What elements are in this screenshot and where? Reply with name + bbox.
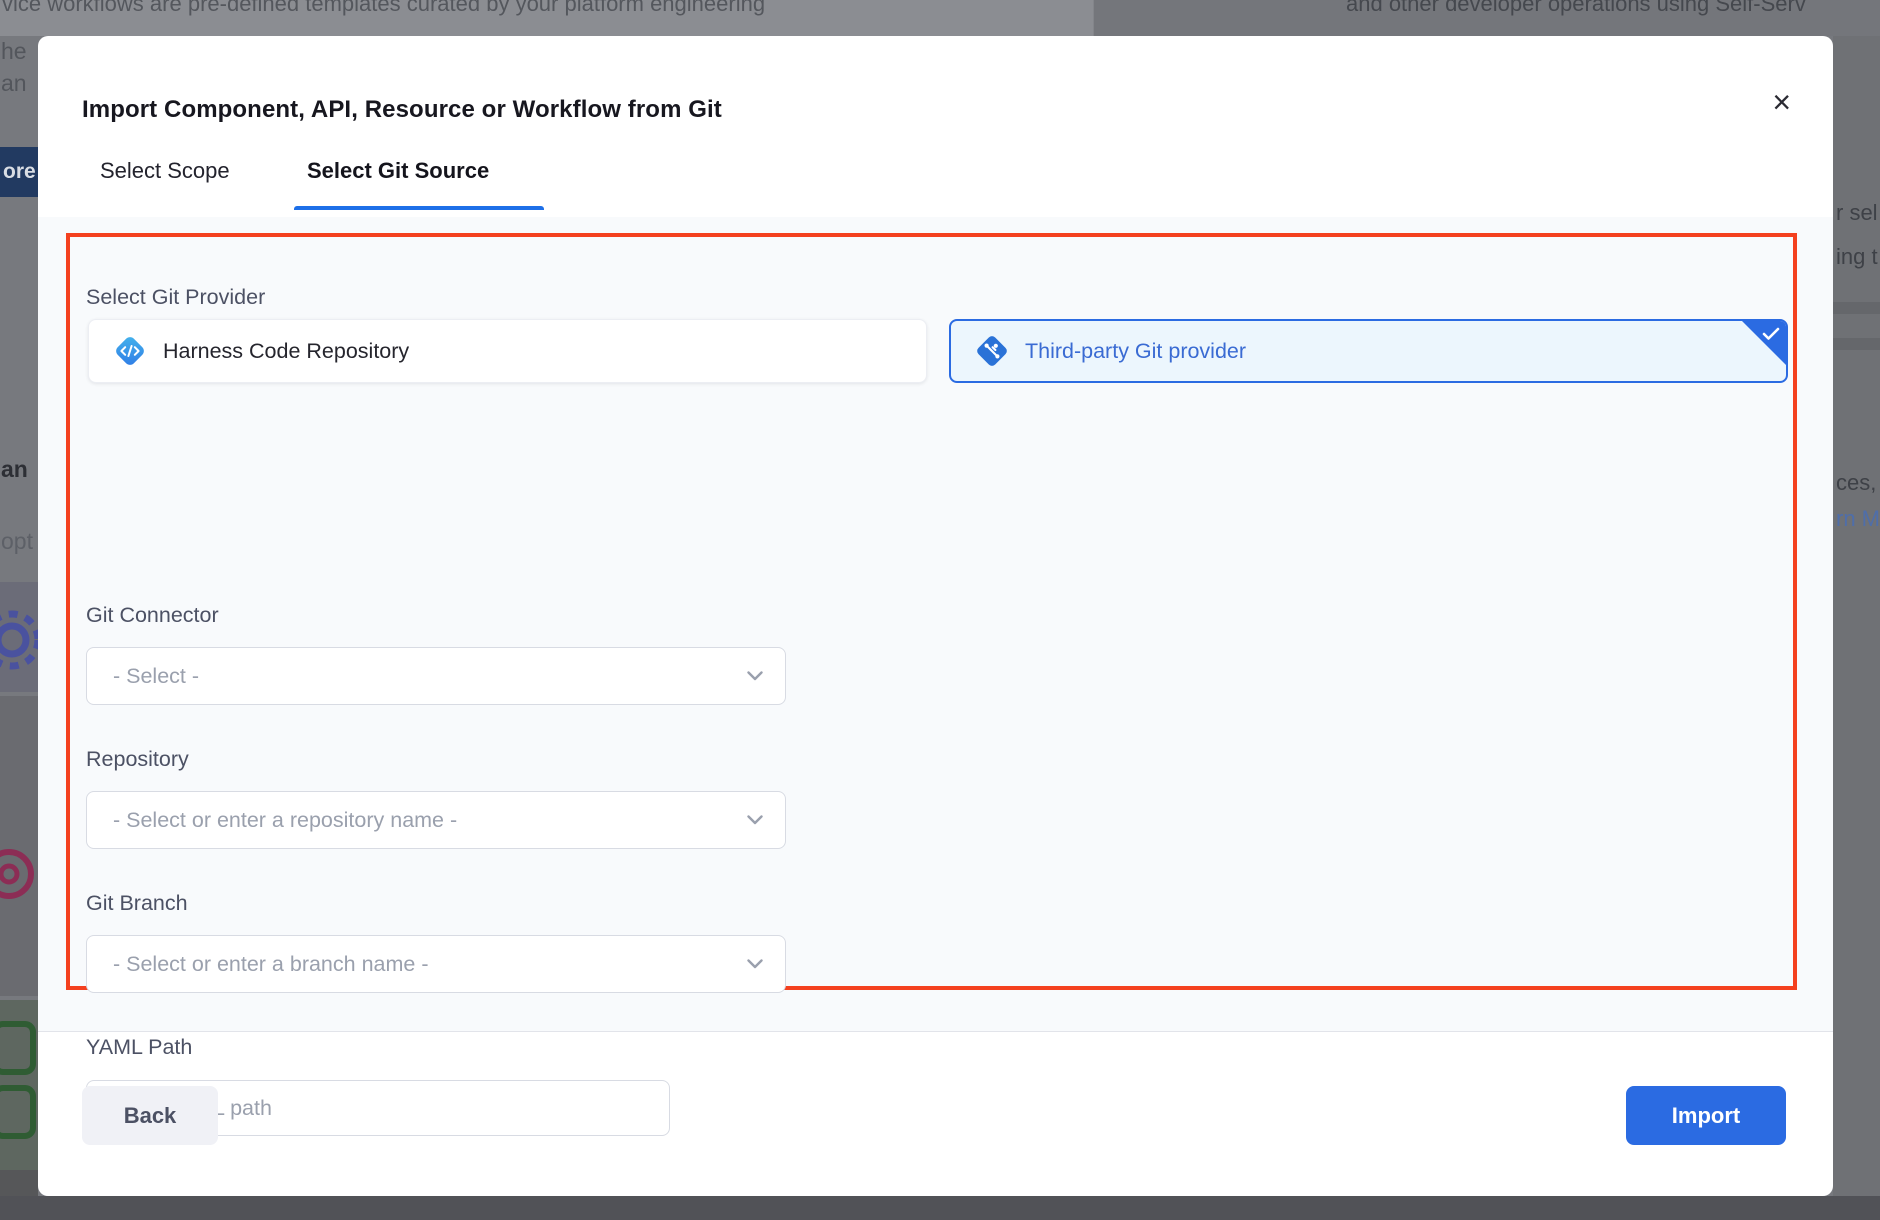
modal-title: Import Component, API, Resource or Workf… [82, 96, 722, 124]
git-branch-label: Git Branch [86, 891, 188, 916]
backdrop-fragment: opt [1, 528, 33, 555]
provider-card-label: Third-party Git provider [1025, 339, 1246, 364]
select-placeholder: - Select - [113, 664, 747, 689]
provider-card-harness-code[interactable]: Harness Code Repository [88, 319, 927, 383]
backdrop-left-rail: he an ore an opt [0, 36, 38, 1196]
git-connector-label: Git Connector [86, 603, 219, 628]
back-button[interactable]: Back [82, 1086, 218, 1145]
git-source-panel: Select Git Provider [38, 217, 1833, 1032]
backdrop-learn-more-link[interactable]: rn M [1836, 506, 1880, 532]
yaml-path-label: YAML Path [86, 1035, 192, 1060]
gear-icon [0, 592, 38, 688]
red-highlight-rectangle: Select Git Provider [66, 233, 1797, 990]
backdrop-fragment: he [1, 38, 27, 65]
check-icon [1762, 327, 1780, 341]
backdrop-fragment: an [1, 456, 28, 483]
backdrop-right-rail: r sel ing t ces, rn M [1833, 36, 1880, 1196]
git-connector-select[interactable]: - Select - [86, 647, 786, 705]
tab-select-scope[interactable]: Select Scope [100, 158, 230, 184]
git-provider-label: Select Git Provider [86, 285, 265, 310]
tab-select-git-source[interactable]: Select Git Source [307, 158, 489, 184]
chevron-down-icon [747, 671, 763, 681]
select-placeholder: - Select or enter a branch name - [113, 952, 747, 977]
backdrop-fragment: ces, [1836, 470, 1876, 496]
import-from-git-modal: Import Component, API, Resource or Workf… [38, 36, 1833, 1196]
close-icon[interactable]: × [1772, 84, 1791, 120]
backdrop-top-strip: vice workflows are pre-defined templates… [0, 0, 1880, 36]
backdrop-tint [0, 1170, 38, 1196]
backdrop-fragment: ing t [1836, 244, 1878, 270]
repository-select[interactable]: - Select or enter a repository name - [86, 791, 786, 849]
provider-card-third-party-git[interactable]: Third-party Git provider [949, 319, 1788, 383]
import-button[interactable]: Import [1626, 1086, 1786, 1145]
chevron-down-icon [747, 959, 763, 969]
backdrop-bottom-strip [0, 1196, 1880, 1220]
backdrop-divider [1833, 338, 1880, 350]
backdrop-text-left: vice workflows are pre-defined templates… [2, 0, 765, 17]
harness-code-icon [111, 332, 149, 370]
select-placeholder: - Select or enter a repository name - [113, 808, 747, 833]
active-tab-underline [294, 206, 544, 210]
provider-card-label: Harness Code Repository [163, 339, 409, 364]
screen: vice workflows are pre-defined templates… [0, 0, 1880, 1220]
backdrop-divider [1833, 302, 1880, 314]
backdrop-fragment: r sel [1836, 200, 1878, 226]
git-branch-select[interactable]: - Select or enter a branch name - [86, 935, 786, 993]
stacked-squares-icon [0, 1020, 38, 1150]
chevron-down-icon [747, 815, 763, 825]
repository-label: Repository [86, 747, 189, 772]
bullseye-icon [0, 842, 38, 906]
backdrop-fragment: an [1, 70, 27, 97]
git-icon [973, 332, 1011, 370]
backdrop-explore-button[interactable]: ore [0, 147, 38, 197]
backdrop-text-right: and other developer operations using Sel… [1346, 0, 1806, 17]
